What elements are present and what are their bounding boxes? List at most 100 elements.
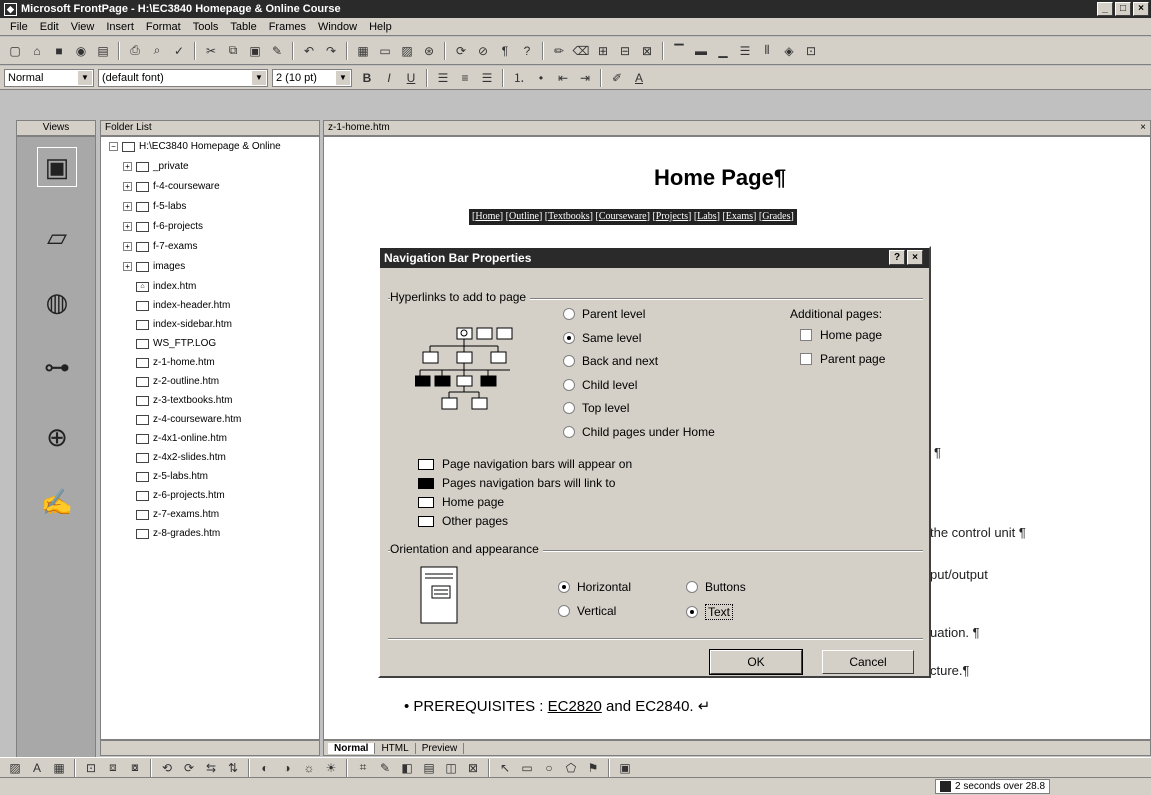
- tree-file[interactable]: z-6-projects.htm: [136, 490, 225, 501]
- tree-folder[interactable]: + f-4-courseware: [123, 181, 220, 192]
- tree-folder[interactable]: + _private: [123, 161, 189, 172]
- open-icon[interactable]: ⌂: [27, 41, 47, 61]
- tree-root[interactable]: − H:\EC3840 Homepage & Online: [109, 141, 281, 152]
- distribute-columns-icon[interactable]: ⦀: [757, 41, 777, 61]
- menu-file[interactable]: File: [4, 21, 34, 33]
- less-brightness-icon[interactable]: ☀: [321, 758, 341, 778]
- expand-icon[interactable]: +: [123, 182, 132, 191]
- tree-folder[interactable]: + f-5-labs: [123, 201, 186, 212]
- resample-icon[interactable]: ⊠: [463, 758, 483, 778]
- tree-file[interactable]: z-7-exams.htm: [136, 509, 219, 520]
- save-icon[interactable]: ■: [49, 41, 69, 61]
- table-properties-icon[interactable]: ⊡: [801, 41, 821, 61]
- nav-link-courseware[interactable]: Courseware: [599, 211, 647, 222]
- format-painter-icon[interactable]: ✎: [267, 41, 287, 61]
- nav-link-projects[interactable]: Projects: [656, 211, 688, 222]
- tree-file[interactable]: z-4x2-slides.htm: [136, 452, 226, 463]
- split-cells-icon[interactable]: ⊟: [615, 41, 635, 61]
- undo-icon[interactable]: ↶: [299, 41, 319, 61]
- menu-tools[interactable]: Tools: [187, 21, 225, 33]
- flip-vertical-icon[interactable]: ⇅: [223, 758, 243, 778]
- menu-table[interactable]: Table: [224, 21, 262, 33]
- radio-buttons[interactable]: Buttons: [686, 580, 746, 594]
- tree-file[interactable]: WS_FTP.LOG: [136, 338, 216, 349]
- close-dialog-button[interactable]: ×: [907, 250, 923, 265]
- expand-icon[interactable]: +: [123, 222, 132, 231]
- new-page-icon[interactable]: ▢: [5, 41, 25, 61]
- print-preview-icon[interactable]: ⌕: [147, 41, 167, 61]
- navigation-view-icon[interactable]: ⊶: [37, 347, 77, 387]
- font-color-icon[interactable]: A: [629, 68, 649, 88]
- radio-parent-level[interactable]: Parent level: [563, 307, 645, 321]
- insert-component-icon[interactable]: ▦: [353, 41, 373, 61]
- tree-file[interactable]: index-header.htm: [136, 300, 230, 311]
- tree-file[interactable]: z-8-grades.htm: [136, 528, 220, 539]
- checkbox-home-page[interactable]: Home page: [800, 328, 882, 342]
- align-center-icon[interactable]: ≡: [455, 68, 475, 88]
- restore-icon[interactable]: ▣: [615, 758, 635, 778]
- bevel-icon[interactable]: ◫: [441, 758, 461, 778]
- tree-file[interactable]: z-1-home.htm: [136, 357, 215, 368]
- refresh-icon[interactable]: ⟳: [451, 41, 471, 61]
- insert-table-icon[interactable]: ▭: [375, 41, 395, 61]
- font-size-dropdown[interactable]: 2 (10 pt) ▼: [272, 68, 352, 87]
- nav-link-exams[interactable]: Exams: [726, 211, 753, 222]
- cut-icon[interactable]: ✂: [201, 41, 221, 61]
- bullets-icon[interactable]: •: [531, 68, 551, 88]
- highlight-icon[interactable]: ✐: [607, 68, 627, 88]
- navigation-bar-preview[interactable]: [Home] [Outline] [Textbooks] [Courseware…: [469, 209, 797, 225]
- cancel-button[interactable]: Cancel: [822, 650, 914, 674]
- folder-list-scrollbar[interactable]: [100, 740, 320, 756]
- rotate-right-icon[interactable]: ⟳: [179, 758, 199, 778]
- rotate-left-icon[interactable]: ⟲: [157, 758, 177, 778]
- numbering-icon[interactable]: ⒈: [509, 68, 529, 88]
- insert-rows-icon[interactable]: ⊞: [593, 41, 613, 61]
- ok-button[interactable]: OK: [709, 649, 803, 675]
- circle-hotspot-icon[interactable]: ○: [539, 758, 559, 778]
- expand-icon[interactable]: +: [123, 162, 132, 171]
- crop-icon[interactable]: ⌗: [353, 758, 373, 778]
- hyperlinks-view-icon[interactable]: ⊕: [37, 417, 77, 457]
- auto-thumbnail-icon[interactable]: ▦: [49, 758, 69, 778]
- publish-icon[interactable]: ◉: [71, 41, 91, 61]
- menu-insert[interactable]: Insert: [100, 21, 140, 33]
- select-icon[interactable]: ↖: [495, 758, 515, 778]
- italic-button[interactable]: I: [379, 68, 399, 88]
- bring-forward-icon[interactable]: ⧈: [103, 758, 123, 778]
- tree-folder[interactable]: + f-6-projects: [123, 221, 203, 232]
- radio-back-and-next[interactable]: Back and next: [563, 354, 658, 368]
- tab-preview[interactable]: Preview: [416, 742, 465, 754]
- flip-horizontal-icon[interactable]: ⇆: [201, 758, 221, 778]
- prereq-link-ec2820[interactable]: EC2820: [548, 698, 602, 715]
- polygon-hotspot-icon[interactable]: ⬠: [561, 758, 581, 778]
- underline-button[interactable]: U: [401, 68, 421, 88]
- tree-file[interactable]: z-4-courseware.htm: [136, 414, 241, 425]
- tree-file[interactable]: z-4x1-online.htm: [136, 433, 227, 444]
- align-bottom-icon[interactable]: ▁: [713, 41, 733, 61]
- menu-format[interactable]: Format: [140, 21, 187, 33]
- folder-list-icon[interactable]: ▤: [93, 41, 113, 61]
- align-top-icon[interactable]: ▔: [669, 41, 689, 61]
- paste-icon[interactable]: ▣: [245, 41, 265, 61]
- distribute-rows-icon[interactable]: ☰: [735, 41, 755, 61]
- page-tab[interactable]: z-1-home.htm ×: [323, 120, 1151, 136]
- tab-html[interactable]: HTML: [375, 742, 416, 754]
- decrease-indent-icon[interactable]: ⇤: [553, 68, 573, 88]
- help-icon[interactable]: ?: [517, 41, 537, 61]
- menu-view[interactable]: View: [65, 21, 101, 33]
- minimize-button[interactable]: _: [1097, 2, 1113, 16]
- tasks-view-icon[interactable]: ✍: [37, 482, 77, 522]
- align-right-icon[interactable]: ☰: [477, 68, 497, 88]
- copy-icon[interactable]: ⧉: [223, 41, 243, 61]
- help-button[interactable]: ?: [889, 250, 905, 265]
- page-view-icon[interactable]: ▣: [37, 147, 77, 187]
- show-all-icon[interactable]: ¶: [495, 41, 515, 61]
- radio-top-level[interactable]: Top level: [563, 401, 629, 415]
- tree-file[interactable]: z-3-textbooks.htm: [136, 395, 232, 406]
- tree-file[interactable]: ⌂ index.htm: [136, 281, 196, 292]
- tree-file[interactable]: index-sidebar.htm: [136, 319, 232, 330]
- radio-text[interactable]: Text: [686, 604, 734, 620]
- tree-folder[interactable]: + images: [123, 261, 185, 272]
- maximize-button[interactable]: □: [1115, 2, 1131, 16]
- less-contrast-icon[interactable]: ◑: [277, 758, 297, 778]
